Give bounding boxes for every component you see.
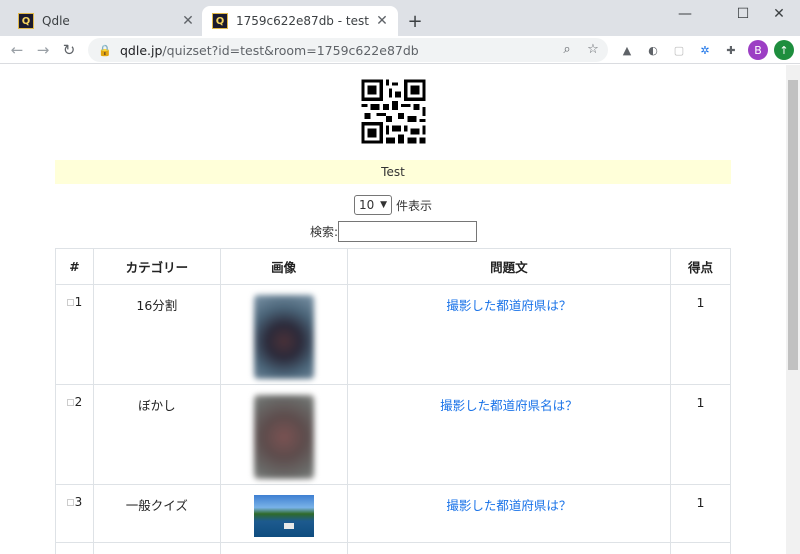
forward-button[interactable]: → [32, 39, 54, 61]
row-number-text: 1 [74, 295, 83, 309]
tab-title: Qdle [42, 14, 70, 28]
table-row[interactable] [55, 542, 731, 554]
extension-gear-icon[interactable]: ✲ [696, 41, 714, 59]
quiz-table: # カテゴリー 画像 問題文 得点 1 16分割 撮影した都道府県は？ 1 2 … [55, 248, 731, 554]
profile-avatar[interactable]: B [748, 40, 768, 60]
row-image[interactable] [253, 395, 314, 479]
scrollbar-thumb[interactable] [788, 80, 798, 370]
row-question-cell: 撮影した都道府県は？ [346, 284, 672, 385]
minimize-button[interactable]: — [662, 0, 708, 28]
row-score: 1 [670, 484, 731, 543]
row-category: ぼかし [92, 384, 221, 485]
drive-extension-icon[interactable]: ▲ [618, 41, 636, 59]
extension-circle-icon[interactable]: ◐ [644, 41, 662, 59]
row-score [670, 542, 731, 554]
url-path: /quizset?id=test&room=1759c622e87db [162, 42, 419, 58]
row-score: 1 [670, 384, 731, 485]
close-tab-icon[interactable]: ✕ [374, 13, 390, 29]
row-checkbox-icon[interactable] [66, 499, 74, 506]
address-bar[interactable]: 🔒 qdle.jp/quizset?id=test&room=1759c622e… [88, 38, 608, 62]
row-image-cell [219, 484, 348, 543]
quizset-title-banner: Test [55, 160, 731, 184]
table-row[interactable]: 3 一般クイズ 撮影した都道府県は？ 1 [55, 484, 731, 543]
tab-qdle[interactable]: Q Qdle ✕ [8, 6, 204, 36]
tab-title: 1759c622e87db - test [236, 14, 369, 28]
row-number: 3 [55, 484, 94, 543]
per-page-select[interactable]: 10 ▼ [354, 195, 392, 215]
reload-button[interactable]: ↻ [58, 39, 80, 61]
row-image-cell [219, 284, 348, 385]
search-label: 検索: [310, 225, 339, 239]
url-host: qdle.jp [120, 42, 163, 58]
new-tab-button[interactable]: + [404, 10, 426, 32]
search-control: 検索: [310, 221, 478, 242]
table-row[interactable]: 2 ぼかし 撮影した都道府県名は？ 1 [55, 384, 731, 485]
row-score: 1 [670, 284, 731, 385]
row-number [55, 542, 94, 554]
qdle-favicon-icon: Q [212, 13, 228, 29]
row-image-cell [219, 384, 348, 485]
tab-quizset[interactable]: Q 1759c622e87db - test ✕ [202, 6, 398, 36]
row-number: 2 [55, 384, 94, 485]
header-score[interactable]: 得点 [670, 248, 731, 285]
row-question-cell: 撮影した都道府県は？ [346, 484, 672, 543]
row-question-cell [346, 542, 672, 554]
tab-strip: Q Qdle ✕ Q 1759c622e87db - test ✕ + — ☐ … [0, 0, 800, 36]
chevron-down-icon: ▼ [380, 200, 387, 210]
bookmark-star-icon[interactable]: ☆ [582, 38, 604, 60]
row-number-text: 3 [74, 495, 83, 509]
row-checkbox-icon[interactable] [66, 399, 74, 406]
row-number: 1 [55, 284, 94, 385]
header-number[interactable]: # [55, 248, 94, 285]
row-category [92, 542, 221, 554]
extensions-puzzle-icon[interactable]: ✚ [722, 41, 740, 59]
per-page-value: 10 [359, 198, 375, 212]
table-header-row: # カテゴリー 画像 問題文 得点 [55, 248, 731, 285]
close-window-button[interactable]: ✕ [756, 0, 800, 28]
extension-blank-icon[interactable]: ▢ [670, 41, 688, 59]
zoom-icon[interactable]: ⌕ [556, 38, 578, 60]
header-category[interactable]: カテゴリー [92, 248, 221, 285]
update-icon[interactable]: ↑ [774, 40, 794, 60]
qdle-favicon-icon: Q [18, 13, 34, 29]
row-category: 16分割 [92, 284, 221, 385]
search-input[interactable] [338, 221, 478, 242]
row-checkbox-icon[interactable] [66, 299, 74, 306]
row-number-text: 2 [74, 395, 83, 409]
row-question-link[interactable]: 撮影した都道府県は？ [446, 298, 571, 313]
row-image[interactable] [253, 295, 314, 379]
row-question-link[interactable]: 撮影した都道府県は？ [446, 498, 571, 513]
qr-code [349, 67, 438, 156]
row-question-cell: 撮影した都道府県名は？ [346, 384, 672, 485]
header-question[interactable]: 問題文 [346, 248, 672, 285]
page-viewport: Test 10 ▼ 件表示 検索: # カテゴリー 画像 問題文 得点 1 16… [0, 65, 786, 554]
close-tab-icon[interactable]: ✕ [180, 13, 196, 29]
row-image[interactable] [253, 495, 314, 537]
per-page-label: 件表示 [396, 198, 433, 213]
header-image[interactable]: 画像 [219, 248, 348, 285]
browser-toolbar: ← → ↻ 🔒 qdle.jp/quizset?id=test&room=175… [0, 36, 800, 64]
row-category: 一般クイズ [92, 484, 221, 543]
per-page-control: 10 ▼ 件表示 [354, 195, 432, 215]
row-image-cell [219, 542, 348, 554]
back-button[interactable]: ← [6, 39, 28, 61]
row-question-link[interactable]: 撮影した都道府県名は？ [440, 398, 578, 413]
lock-icon: 🔒 [98, 43, 112, 57]
table-row[interactable]: 1 16分割 撮影した都道府県は？ 1 [55, 284, 731, 385]
